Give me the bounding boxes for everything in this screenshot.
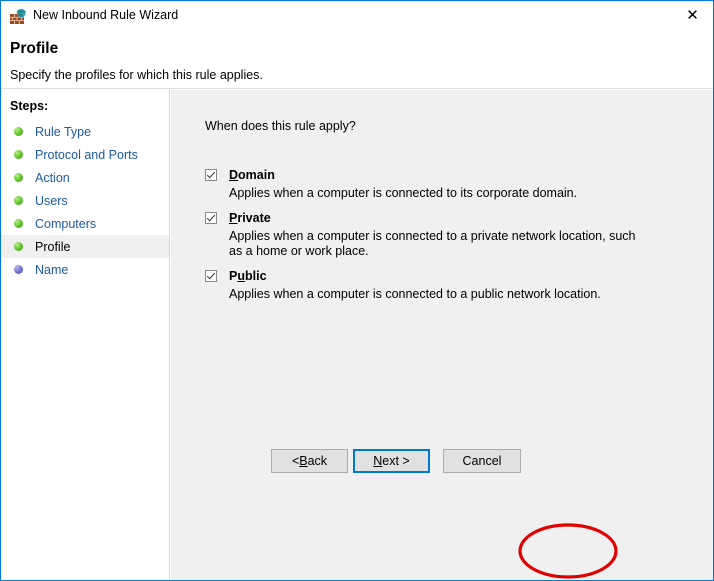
firewall-brick-wall-globe-icon bbox=[10, 8, 26, 24]
option-description-private: Applies when a computer is connected to … bbox=[229, 229, 636, 258]
profile-option-private: Private Applies when a computer is connec… bbox=[205, 211, 675, 259]
sidebar-item-computers[interactable]: Computers bbox=[1, 212, 169, 235]
step-bullet-icon bbox=[14, 219, 23, 228]
sidebar-item-label: Action bbox=[35, 170, 70, 185]
page-header: Profile Specify the profiles for which t… bbox=[1, 31, 713, 89]
page-subtitle: Specify the profiles for which this rule… bbox=[10, 68, 263, 82]
sidebar-item-label: Rule Type bbox=[35, 124, 92, 139]
step-bullet-icon bbox=[14, 173, 23, 182]
step-bullet-icon bbox=[14, 265, 23, 274]
cancel-button[interactable]: Cancel bbox=[443, 449, 521, 473]
steps-list: Rule Type Protocol and Ports Action Users Co… bbox=[1, 120, 169, 281]
close-button[interactable]: ✕ bbox=[670, 1, 713, 30]
checkbox-label-public: Public bbox=[229, 269, 267, 283]
page-title: Profile bbox=[10, 40, 59, 57]
option-description-public: Applies when a computer is connected to … bbox=[229, 287, 601, 301]
back-button[interactable]: < Back bbox=[271, 449, 348, 473]
checkbox-domain[interactable] bbox=[205, 169, 217, 181]
sidebar-item-label: Profile bbox=[35, 239, 71, 254]
step-bullet-icon bbox=[14, 150, 23, 159]
checkbox-label-private: Private bbox=[229, 211, 271, 225]
checkbox-label-domain: Domain bbox=[229, 168, 275, 182]
step-bullet-icon bbox=[14, 127, 23, 136]
question-text: When does this rule apply? bbox=[205, 119, 356, 133]
new-inbound-rule-wizard-window: New Inbound Rule Wizard ✕ Profile Specif… bbox=[0, 0, 714, 581]
sidebar-item-label: Name bbox=[35, 262, 69, 277]
step-bullet-icon bbox=[14, 242, 23, 251]
checkbox-row-domain[interactable]: Domain bbox=[205, 168, 675, 182]
title-bar: New Inbound Rule Wizard ✕ bbox=[1, 1, 713, 31]
sidebar-item-label: Protocol and Ports bbox=[35, 147, 138, 162]
sidebar-item-protocol-and-ports[interactable]: Protocol and Ports bbox=[1, 143, 169, 166]
steps-sidebar: Steps: Rule Type Protocol and Ports Action… bbox=[1, 90, 170, 580]
profile-option-domain: Domain Applies when a computer is connect… bbox=[205, 168, 675, 201]
main-content-panel: When does this rule apply? Domain Applies… bbox=[171, 90, 713, 580]
checkbox-row-public[interactable]: Public bbox=[205, 269, 675, 283]
option-description-domain: Applies when a computer is connected to … bbox=[229, 186, 578, 200]
sidebar-item-profile[interactable]: Profile bbox=[1, 235, 169, 258]
step-bullet-icon bbox=[14, 196, 23, 205]
close-icon: ✕ bbox=[686, 6, 699, 24]
profile-options-group: Domain Applies when a computer is connect… bbox=[205, 168, 675, 312]
window-title: New Inbound Rule Wizard bbox=[33, 8, 179, 22]
checkbox-private[interactable] bbox=[205, 212, 217, 224]
profile-option-public: Public Applies when a computer is connect… bbox=[205, 269, 675, 302]
sidebar-item-users[interactable]: Users bbox=[1, 189, 169, 212]
checkbox-row-private[interactable]: Private bbox=[205, 211, 675, 225]
sidebar-item-label: Users bbox=[35, 193, 68, 208]
sidebar-item-action[interactable]: Action bbox=[1, 166, 169, 189]
checkbox-public[interactable] bbox=[205, 270, 217, 282]
sidebar-item-rule-type[interactable]: Rule Type bbox=[1, 120, 169, 143]
steps-heading: Steps: bbox=[10, 99, 49, 113]
next-button[interactable]: Next > bbox=[353, 449, 430, 473]
sidebar-item-label: Computers bbox=[35, 216, 97, 231]
sidebar-item-name[interactable]: Name bbox=[1, 258, 169, 281]
